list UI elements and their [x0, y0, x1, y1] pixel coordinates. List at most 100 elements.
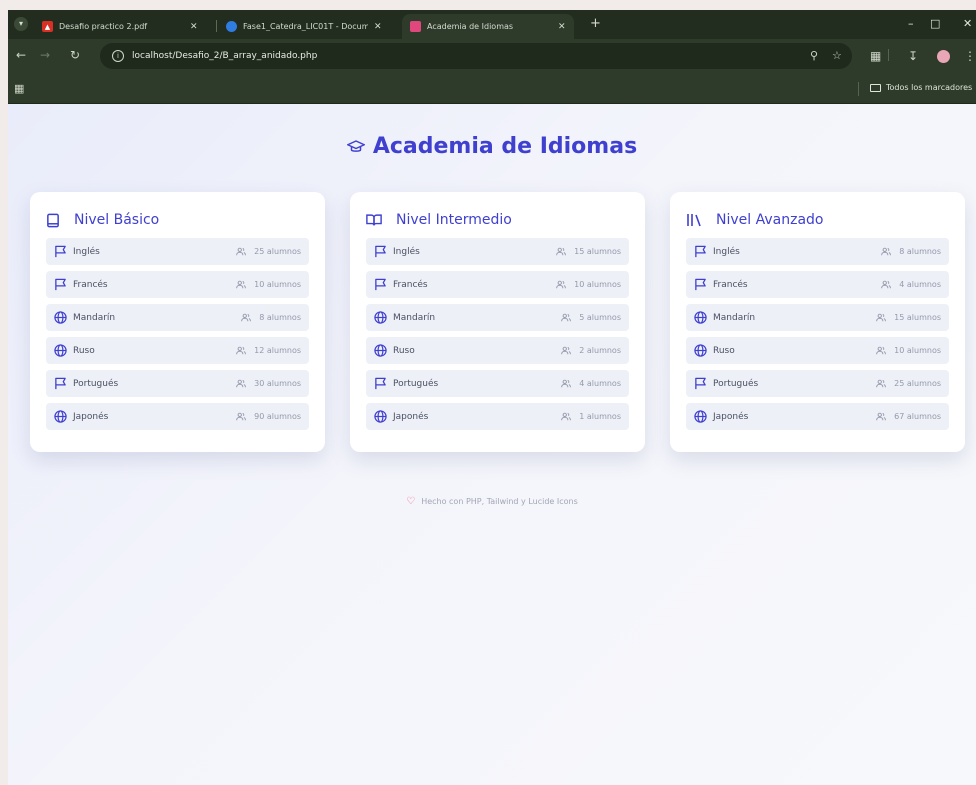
- all-bookmarks-button[interactable]: Todos los marcadores: [870, 83, 972, 92]
- tab-divider: [216, 20, 217, 32]
- language-name: Portugués: [73, 378, 119, 389]
- globe-icon: [374, 410, 393, 423]
- language-name: Mandarín: [713, 312, 756, 323]
- student-count-text: 30 alumnos: [254, 379, 301, 388]
- level-card-header: Nivel Básico: [46, 210, 309, 230]
- student-count: 5 alumnos: [561, 313, 621, 322]
- level-card-header: Nivel Intermedio: [366, 210, 629, 230]
- close-window-icon[interactable]: ✕: [963, 17, 972, 30]
- language-row[interactable]: Ruso 10 alumnos: [686, 337, 949, 364]
- language-row[interactable]: Francés 4 alumnos: [686, 271, 949, 298]
- flag-icon: [374, 278, 393, 291]
- student-count: 10 alumnos: [236, 280, 301, 289]
- language-row[interactable]: Inglés 15 alumnos: [366, 238, 629, 265]
- tab-document[interactable]: Fase1_Catedra_LIC01T - Docum ✕: [218, 14, 390, 39]
- globe-icon: [374, 344, 393, 357]
- maximize-icon[interactable]: □: [930, 17, 940, 30]
- bookmark-star-icon[interactable]: ☆: [832, 49, 842, 62]
- language-row[interactable]: Portugués 4 alumnos: [366, 370, 629, 397]
- globe-icon: [694, 311, 713, 324]
- tab-search-chevron-icon[interactable]: ▾: [14, 17, 28, 31]
- users-icon: [876, 412, 890, 421]
- extensions-icon[interactable]: ▦: [870, 49, 881, 63]
- apps-grid-icon[interactable]: ▦: [14, 82, 24, 95]
- student-count: 4 alumnos: [881, 280, 941, 289]
- student-count: 10 alumnos: [556, 280, 621, 289]
- site-icon: [410, 21, 421, 32]
- library-icon: [686, 213, 709, 227]
- globe-icon: [374, 311, 393, 324]
- student-count-text: 2 alumnos: [579, 346, 621, 355]
- flag-icon: [54, 278, 73, 291]
- users-icon: [881, 247, 895, 256]
- users-icon: [561, 313, 575, 322]
- language-name: Inglés: [73, 246, 100, 257]
- language-row[interactable]: Portugués 30 alumnos: [46, 370, 309, 397]
- download-icon[interactable]: ↧: [908, 49, 918, 63]
- forward-icon[interactable]: →: [40, 48, 50, 62]
- users-icon: [876, 346, 890, 355]
- site-info-icon[interactable]: i: [112, 50, 124, 62]
- back-icon[interactable]: ←: [16, 48, 26, 62]
- language-row[interactable]: Japonés 67 alumnos: [686, 403, 949, 430]
- level-title: Nivel Avanzado: [716, 212, 824, 228]
- language-row[interactable]: Mandarín 15 alumnos: [686, 304, 949, 331]
- footer-text: Hecho con PHP, Tailwind y Lucide Icons: [421, 497, 578, 506]
- student-count-text: 25 alumnos: [894, 379, 941, 388]
- student-count-text: 1 alumnos: [579, 412, 621, 421]
- users-icon: [561, 412, 575, 421]
- language-row[interactable]: Inglés 25 alumnos: [46, 238, 309, 265]
- language-row[interactable]: Japonés 90 alumnos: [46, 403, 309, 430]
- bookmarks-divider: [858, 82, 859, 96]
- profile-avatar[interactable]: [937, 50, 950, 63]
- student-count-text: 15 alumnos: [894, 313, 941, 322]
- language-name: Japonés: [393, 411, 429, 422]
- student-count: 15 alumnos: [876, 313, 941, 322]
- student-count: 8 alumnos: [881, 247, 941, 256]
- language-name: Mandarín: [393, 312, 436, 323]
- minimize-icon[interactable]: –: [908, 17, 914, 30]
- close-icon[interactable]: ✕: [190, 22, 198, 32]
- tab-title: Desafio practico 2.pdf: [59, 22, 148, 31]
- student-count-text: 12 alumnos: [254, 346, 301, 355]
- student-count-text: 10 alumnos: [574, 280, 621, 289]
- language-row[interactable]: Mandarín 8 alumnos: [46, 304, 309, 331]
- globe-icon: [54, 311, 73, 324]
- language-row[interactable]: Francés 10 alumnos: [46, 271, 309, 298]
- graduation-cap-icon: [346, 139, 365, 152]
- address-bar[interactable]: i localhost/Desafio_2/B_array_anidado.ph…: [100, 43, 852, 69]
- close-icon[interactable]: ✕: [558, 22, 566, 32]
- language-row[interactable]: Ruso 2 alumnos: [366, 337, 629, 364]
- language-row[interactable]: Mandarín 5 alumnos: [366, 304, 629, 331]
- zoom-icon[interactable]: ⚲: [810, 49, 818, 62]
- student-count-text: 4 alumnos: [579, 379, 621, 388]
- language-name: Ruso: [713, 345, 735, 356]
- student-count: 8 alumnos: [241, 313, 301, 322]
- reload-icon[interactable]: ↻: [70, 48, 80, 62]
- language-name: Ruso: [393, 345, 415, 356]
- users-icon: [561, 346, 575, 355]
- users-icon: [561, 379, 575, 388]
- language-row[interactable]: Ruso 12 alumnos: [46, 337, 309, 364]
- menu-dots-icon[interactable]: ⋮: [964, 49, 976, 63]
- browser-window: ▾ ▲ Desafio practico 2.pdf ✕ Fase1_Cated…: [8, 10, 976, 785]
- student-count-text: 8 alumnos: [259, 313, 301, 322]
- tab-pdf[interactable]: ▲ Desafio practico 2.pdf ✕: [34, 14, 206, 39]
- pdf-icon: ▲: [42, 21, 53, 32]
- page-content: Academia de Idiomas Nivel Básico Inglés 25…: [8, 104, 976, 785]
- language-row[interactable]: Francés 10 alumnos: [366, 271, 629, 298]
- language-row[interactable]: Portugués 25 alumnos: [686, 370, 949, 397]
- url-text: localhost/Desafio_2/B_array_anidado.php: [132, 51, 318, 61]
- footer: ♡ Hecho con PHP, Tailwind y Lucide Icons: [8, 496, 976, 507]
- language-name: Ruso: [73, 345, 95, 356]
- folder-icon: [870, 83, 881, 92]
- tab-title: Academia de Idiomas: [427, 22, 514, 31]
- close-icon[interactable]: ✕: [374, 22, 382, 32]
- users-icon: [241, 313, 255, 322]
- tab-academia[interactable]: Academia de Idiomas ✕: [402, 14, 574, 39]
- level-card: Nivel Intermedio Inglés 15 alumnos Francés 1…: [350, 192, 645, 452]
- language-row[interactable]: Japonés 1 alumnos: [366, 403, 629, 430]
- new-tab-icon[interactable]: +: [590, 16, 601, 31]
- edge-doc-icon: [226, 21, 237, 32]
- language-row[interactable]: Inglés 8 alumnos: [686, 238, 949, 265]
